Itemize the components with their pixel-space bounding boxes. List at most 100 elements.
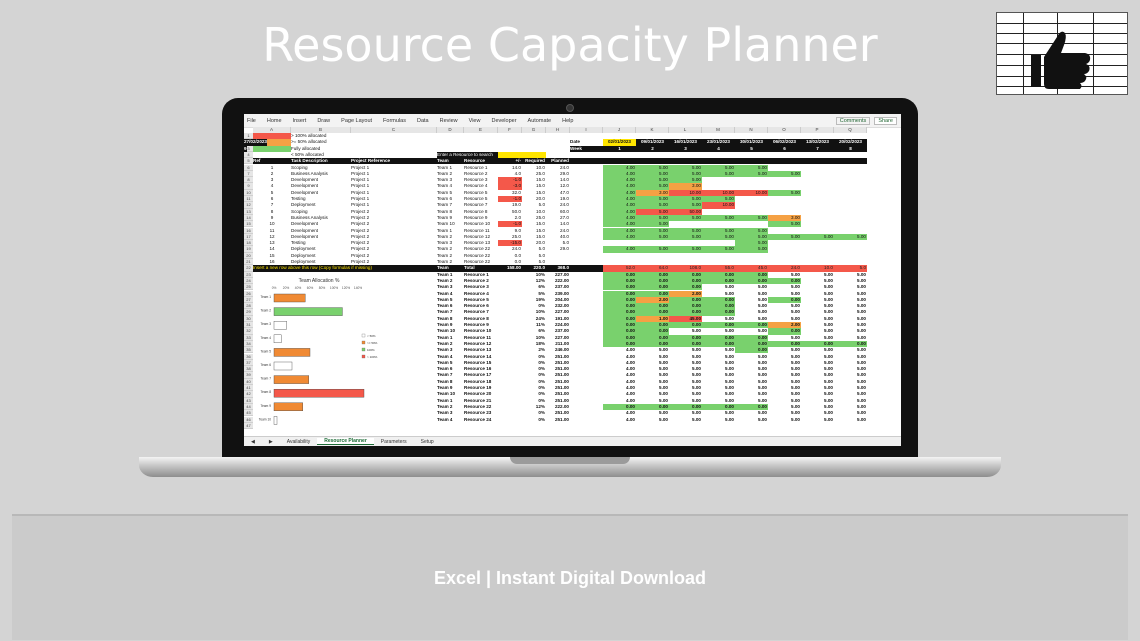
ribbon-tab-automate[interactable]: Automate	[528, 118, 552, 124]
chart-tick-label: 80%	[319, 286, 326, 290]
total-fill[interactable]	[570, 265, 603, 271]
resource-week[interactable]: 4.00	[603, 417, 636, 423]
date-cell[interactable]: 27/02/2023	[244, 139, 267, 145]
column-header-l[interactable]: L	[669, 127, 702, 133]
chart-legend-swatch	[362, 355, 365, 358]
chart-team-label: Team 4	[261, 336, 272, 340]
column-header-h[interactable]: H	[546, 127, 570, 133]
chart-bar[interactable]	[274, 362, 292, 370]
resource-week[interactable]: 5.00	[768, 417, 801, 423]
chart-tick-label: 100%	[330, 286, 338, 290]
chart-bar[interactable]	[274, 348, 310, 356]
insert-row-note[interactable]: Insert a new row above this row (Copy fo…	[253, 265, 437, 271]
column-header-k[interactable]: K	[636, 127, 669, 133]
chart-tick-label: 40%	[295, 286, 302, 290]
resource-week[interactable]: 5.00	[801, 417, 834, 423]
resource-week[interactable]: 5.00	[702, 417, 735, 423]
chart-team-label: Team 7	[261, 376, 272, 380]
sheet-tab-setup[interactable]: Setup	[414, 439, 441, 445]
week-cell[interactable]: 4	[702, 146, 735, 152]
sheet-tabs: ◀ ▶ AvailabilityResource PlannerParamete…	[244, 436, 901, 446]
chart-team-label: Team 6	[261, 363, 272, 367]
week-cell[interactable]: 5	[735, 146, 768, 152]
resource-team[interactable]: Team 4	[437, 417, 464, 423]
week-cell[interactable]: 9	[244, 146, 247, 152]
chart-bar[interactable]	[274, 416, 277, 424]
ribbon-tab-developer[interactable]: Developer	[491, 118, 516, 124]
column-header-n[interactable]: N	[735, 127, 768, 133]
resource-week[interactable]: 5.00	[636, 417, 669, 423]
share-button[interactable]: Share	[874, 117, 897, 125]
week-cell[interactable]: 8	[834, 146, 867, 152]
resource-week[interactable]: 5.00	[669, 417, 702, 423]
ribbon-tab-view[interactable]: View	[469, 118, 481, 124]
page-headline: Resource Capacity Planner	[0, 18, 1140, 72]
resource-percent[interactable]: 0%	[522, 417, 546, 423]
chart-legend-swatch	[362, 341, 365, 344]
chart-svg: Team Allocation %0%20%40%60%80%100%120%1…	[254, 275, 384, 425]
thumbs-up-logo	[996, 12, 1128, 95]
column-header-f[interactable]: F	[498, 127, 522, 133]
comments-button[interactable]: Comments	[836, 117, 871, 125]
week-cell[interactable]: 1	[603, 146, 636, 152]
week-cell[interactable]: 3	[669, 146, 702, 152]
column-header-q[interactable]: Q	[834, 127, 867, 133]
chart-legend-label: >= 50%	[367, 341, 378, 345]
spreadsheet-grid[interactable]: ABCDEFGHIJKLMNOPQ12345678910111213141516…	[244, 127, 901, 437]
column-header-i[interactable]: I	[570, 127, 603, 133]
chart-bar[interactable]	[274, 321, 287, 329]
chart-tick-label: 20%	[283, 286, 290, 290]
resource-name[interactable]: Resource 24	[464, 417, 498, 423]
ribbon-tab-page-layout[interactable]: Page Layout	[341, 118, 372, 124]
sheet-tab-parameters[interactable]: Parameters	[374, 439, 414, 445]
ribbon-tab-draw[interactable]: Draw	[317, 118, 330, 124]
tab-scroll-right[interactable]: ▶	[262, 439, 280, 445]
ribbon-tab-file[interactable]: File	[247, 118, 256, 124]
week-cell[interactable]: 6	[768, 146, 801, 152]
laptop-notch	[510, 457, 630, 464]
ribbon-menu: File Home Insert Draw Page Layout Formulas Dat…	[244, 114, 901, 128]
ribbon-tab-insert[interactable]: Insert	[293, 118, 307, 124]
chart-bar[interactable]	[274, 403, 303, 411]
ribbon-tab-help[interactable]: Help	[562, 118, 573, 124]
sheet-tab-resource-planner[interactable]: Resource Planner	[317, 438, 374, 445]
week-cell[interactable]: 2	[636, 146, 669, 152]
chart-legend-swatch	[362, 348, 365, 351]
ribbon-tab-formulas[interactable]: Formulas	[383, 118, 406, 124]
chart-tick-label: 140%	[354, 286, 362, 290]
sheet-tab-availability[interactable]: Availability	[280, 439, 318, 445]
chart-legend-label: 100%	[367, 348, 375, 352]
column-header-o[interactable]: O	[768, 127, 801, 133]
column-header-g[interactable]: G	[522, 127, 546, 133]
tab-scroll-left[interactable]: ◀	[244, 439, 262, 445]
chart-tick-label: 60%	[307, 286, 314, 290]
chart-bar[interactable]	[274, 389, 364, 397]
team-allocation-chart[interactable]: Team Allocation %0%20%40%60%80%100%120%1…	[254, 275, 384, 427]
total-variance[interactable]: 158.00	[498, 265, 522, 271]
chart-bar[interactable]	[274, 335, 281, 343]
week-cell[interactable]: 7	[801, 146, 834, 152]
column-header-e[interactable]: E	[464, 127, 498, 133]
chart-team-label: Team 1	[261, 295, 272, 299]
column-header-p[interactable]: P	[801, 127, 834, 133]
column-header-d[interactable]: D	[437, 127, 464, 133]
chart-bar[interactable]	[274, 307, 342, 315]
chart-bar[interactable]	[274, 294, 305, 302]
webcam-dot	[566, 104, 574, 112]
week-header[interactable]: Week	[570, 146, 603, 152]
chart-team-label: Team 10	[259, 417, 271, 421]
ribbon-tab-data[interactable]: Data	[417, 118, 429, 124]
column-header-m[interactable]: M	[702, 127, 735, 133]
chart-team-label: Team 5	[261, 349, 272, 353]
column-header-j[interactable]: J	[603, 127, 636, 133]
row-header[interactable]: 47	[244, 423, 253, 429]
resource-week[interactable]: 5.00	[834, 417, 867, 423]
chart-team-label: Team 9	[261, 404, 272, 408]
header-fill[interactable]	[570, 158, 603, 164]
ribbon-tab-review[interactable]: Review	[440, 118, 458, 124]
chart-bar[interactable]	[274, 375, 309, 383]
ribbon-tab-home[interactable]: Home	[267, 118, 282, 124]
resource-week[interactable]: 5.00	[735, 417, 768, 423]
resource-available[interactable]: 251.00	[546, 417, 570, 423]
chart-legend-label: < 50%	[367, 334, 376, 338]
